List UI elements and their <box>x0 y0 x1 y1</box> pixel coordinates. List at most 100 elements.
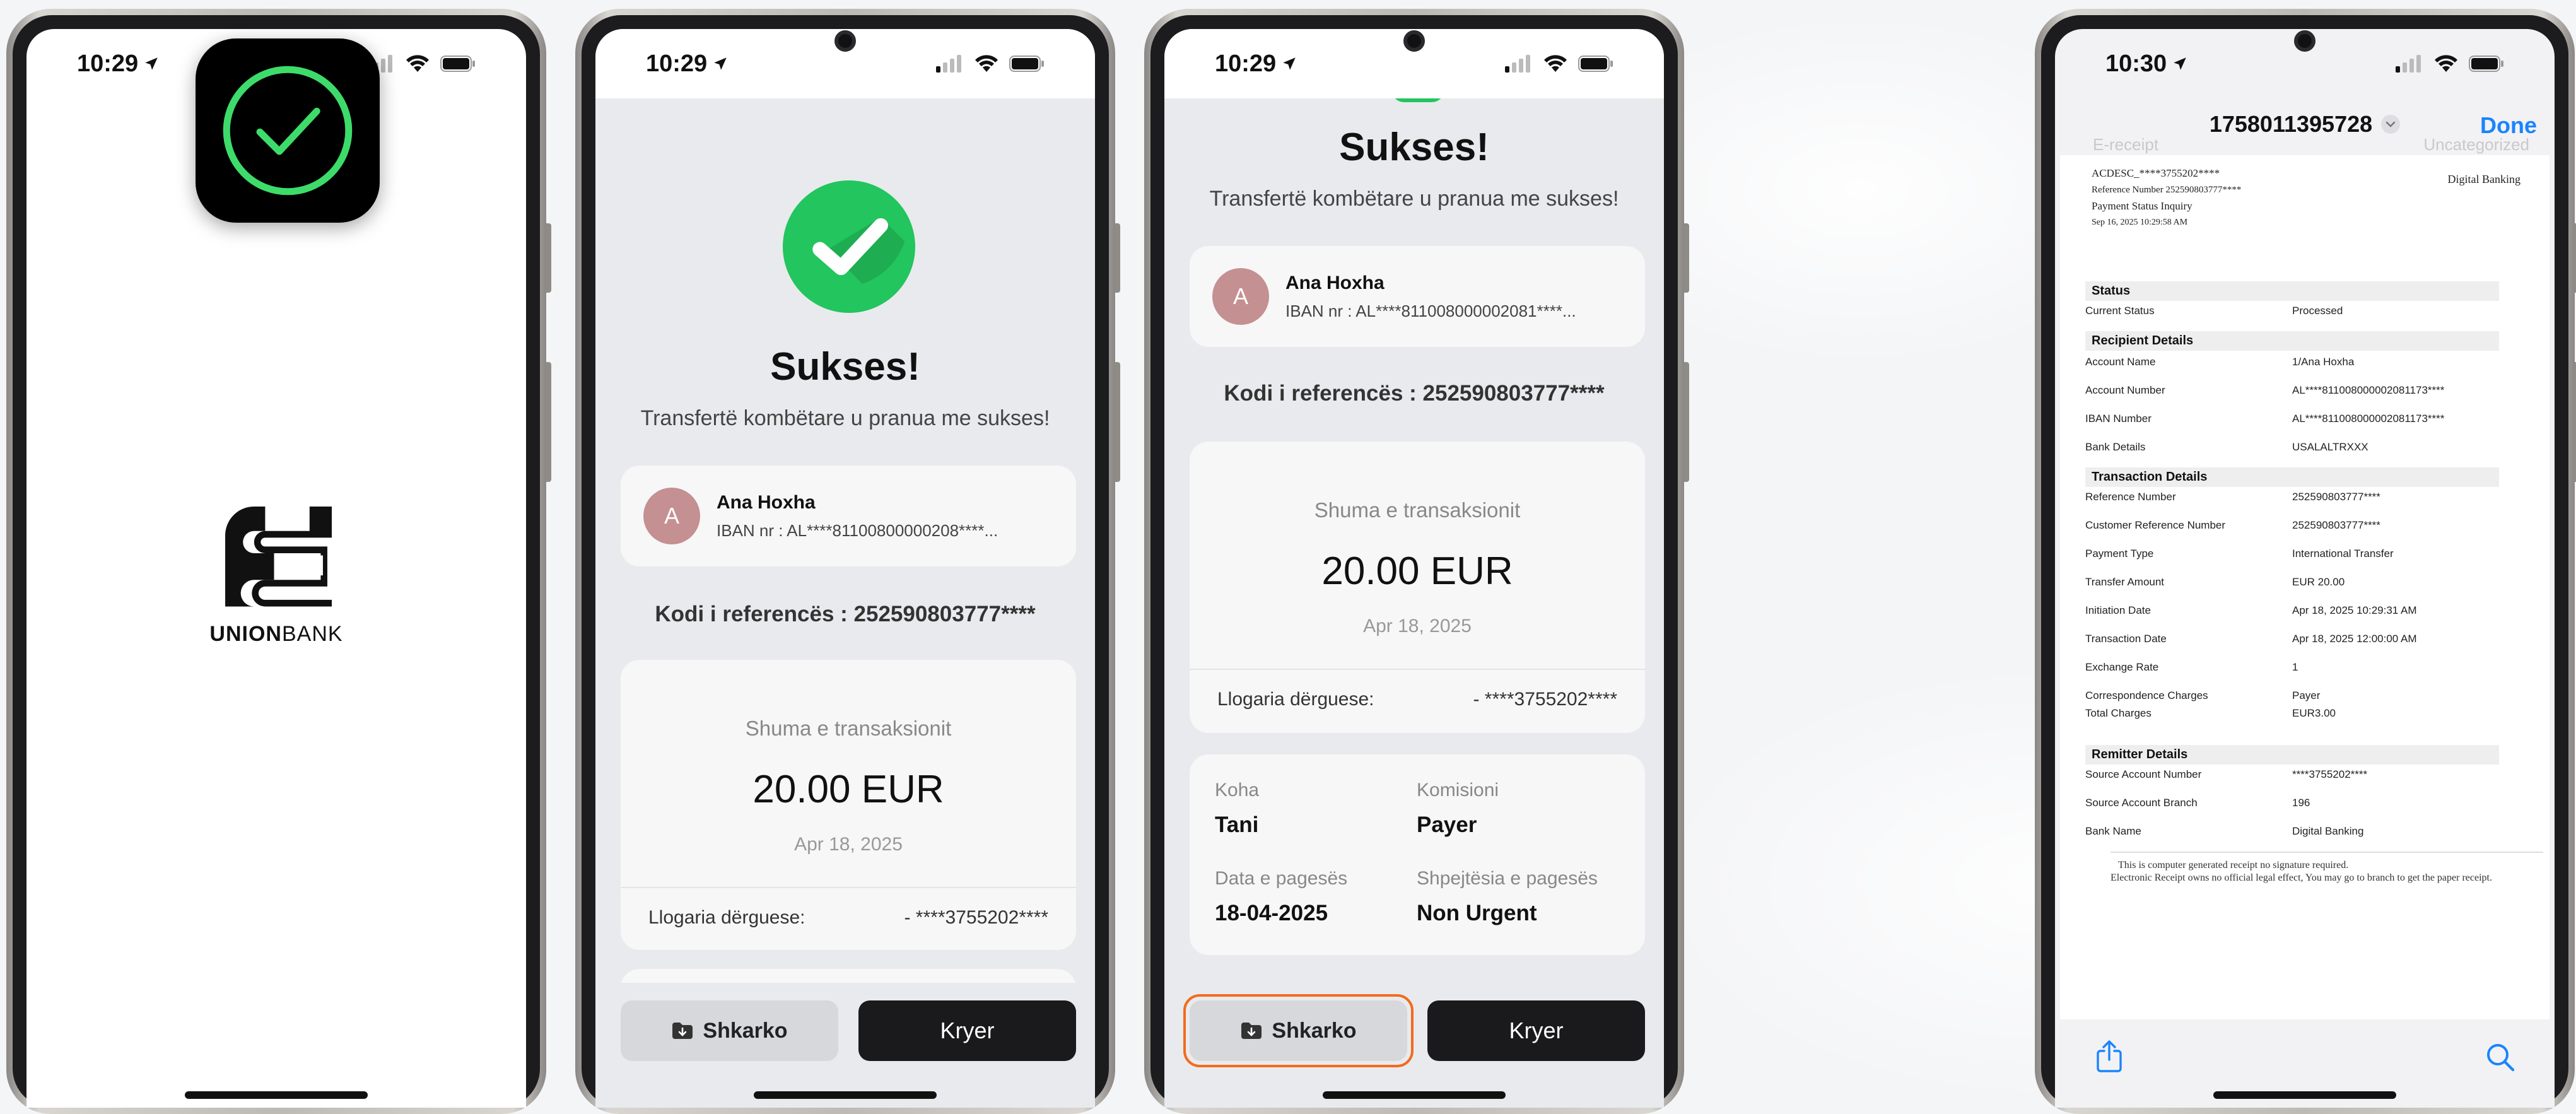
done-button[interactable]: Kryer <box>1427 1000 1645 1061</box>
commission-label: Komisioni <box>1417 780 1499 800</box>
receipt-document: ACDESC_****3755202**** Reference Number … <box>2060 155 2550 1019</box>
recipient-name: Ana Hoxha <box>1285 272 1385 293</box>
recipient-card: A Ana Hoxha IBAN nr : AL****811008000002… <box>1190 246 1645 347</box>
receipt-row: Current Status Processed <box>2085 305 2343 317</box>
location-arrow-icon <box>714 57 727 70</box>
reference-code: Kodi i referencës : 252590803777**** <box>655 602 1036 626</box>
battery-icon <box>2469 56 2503 72</box>
time-value: Tani <box>1215 812 1259 837</box>
phone-success-top: 10:29 Sukses! Transfertë kombëtare u pra… <box>575 9 1120 1114</box>
payment-date-value: 18-04-2025 <box>1215 901 1328 925</box>
section-transaction-details: Transaction Details <box>2085 467 2499 487</box>
receipt-footer: This is computer generated receipt no si… <box>2111 859 2492 884</box>
phone-splash: 10:29 UNIONBANK <box>6 9 551 1114</box>
signal-icon <box>936 55 961 73</box>
section-remitter-details: Remitter Details <box>2085 745 2499 765</box>
signal-icon <box>2396 55 2421 73</box>
ghost-tab-left: E-receipt <box>2093 135 2159 154</box>
receipt-row: Bank Details USALALTRXXX <box>2085 441 2368 453</box>
location-arrow-icon <box>1283 57 1296 70</box>
amount-card: Shuma e transaksionit 20.00 EUR Apr 18, … <box>1190 442 1645 733</box>
success-check-icon <box>783 180 915 313</box>
battery-icon <box>1009 56 1044 72</box>
status-time: 10:29 <box>77 50 160 78</box>
receipt-row: Exchange Rate 1 <box>2085 661 2298 673</box>
download-button[interactable]: Shkarko <box>1190 1000 1407 1061</box>
signal-icon <box>1505 55 1530 73</box>
sender-account-label: Llogaria dërguese: <box>1217 689 1374 710</box>
phone-success-scrolled: 10:29 Sukses! Transfertë kombëtare u pra… <box>1144 9 1689 1114</box>
receipt-header-line3: Payment Status Inquiry <box>2092 200 2193 212</box>
success-screen: 10:29 Sukses! Transfertë kombëtare u pra… <box>595 29 1095 1108</box>
home-indicator[interactable] <box>2213 1091 2396 1099</box>
commission-value: Payer <box>1417 812 1477 837</box>
share-icon[interactable] <box>2095 1040 2123 1072</box>
amount-date: Apr 18, 2025 <box>1363 616 1472 636</box>
amount-value: 20.00 EUR <box>1321 549 1513 593</box>
status-time: 10:30 <box>2105 50 2188 78</box>
sender-account-value: - ****3755202**** <box>1473 689 1617 710</box>
status-time: 10:29 <box>1215 50 1297 78</box>
receipt-row: Customer Reference Number 252590803777***… <box>2085 519 2380 531</box>
bottom-action-bar: Shkarko Kryer <box>1164 983 1664 1108</box>
receipt-row: Initiation Date Apr 18, 2025 10:29:31 AM <box>2085 604 2417 616</box>
check-circle-icon <box>783 180 915 313</box>
recipient-iban: IBAN nr : AL****81100800000208****... <box>717 520 998 540</box>
viewer-nav-bar: E-receipt Uncategorized 1758011395728 Do… <box>2055 98 2555 161</box>
amount-label: Shuma e transaksionit <box>1314 498 1521 522</box>
time-label: Koha <box>1215 780 1260 800</box>
receipt-row: Transaction Date Apr 18, 2025 12:00:00 AM <box>2085 633 2417 645</box>
home-indicator[interactable] <box>754 1091 937 1099</box>
amount-date: Apr 18, 2025 <box>794 834 903 855</box>
receipt-row: Correspondence Charges Payer <box>2085 689 2321 701</box>
done-button[interactable]: Kryer <box>858 1000 1076 1061</box>
receipt-row: Account Number AL****811008000002081173**… <box>2085 384 2445 396</box>
battery-icon <box>440 56 475 72</box>
receipt-row: Transfer Amount EUR 20.00 <box>2085 576 2345 588</box>
check-circle-icon <box>223 66 353 196</box>
receipt-row: IBAN Number AL****811008000002081173**** <box>2085 413 2445 425</box>
success-subtitle: Transfertë kombëtare u pranua me sukses! <box>1209 187 1619 211</box>
download-button[interactable]: Shkarko <box>621 1000 838 1061</box>
status-time: 10:29 <box>646 50 729 78</box>
location-arrow-icon <box>2174 57 2186 70</box>
receipt-row: Bank Name Digital Banking <box>2085 825 2364 837</box>
download-icon <box>1241 1023 1262 1039</box>
payment-speed-value: Non Urgent <box>1417 901 1537 925</box>
details-card: Koha Tani Komisioni Payer Data e pagesës… <box>1190 754 1645 955</box>
receipt-screen: 10:30 E-receipt Uncategorized 1758011395… <box>2055 29 2555 1108</box>
receipt-header-line1: ACDESC_****3755202**** <box>2092 167 2220 179</box>
wifi-icon <box>975 55 998 72</box>
sender-account-value: - ****3755202**** <box>904 907 1048 928</box>
receipt-row: Account Name 1/Ana Hoxha <box>2085 356 2355 368</box>
receipt-footer-line2: Electronic Receipt owns no official lega… <box>2111 872 2492 883</box>
receipt-row: Source Account Branch 196 <box>2085 797 2310 809</box>
bank-logo-text: UNIONBANK <box>209 622 343 646</box>
recipient-name: Ana Hoxha <box>717 491 816 513</box>
bottom-action-bar: Shkarko Kryer <box>595 983 1095 1108</box>
home-indicator[interactable] <box>185 1091 368 1099</box>
receipt-row: Source Account Number ****3755202**** <box>2085 768 2368 780</box>
chevron-down-icon <box>2381 115 2401 134</box>
search-icon[interactable] <box>2485 1042 2515 1072</box>
success-title: Sukses! <box>1339 126 1489 169</box>
bank-logo: UNIONBANK <box>26 502 526 647</box>
success-screen-scrolled: 10:29 Sukses! Transfertë kombëtare u pra… <box>1164 29 1664 1108</box>
success-title: Sukses! <box>770 345 920 389</box>
receipt-header-right: Digital Banking <box>2447 173 2521 185</box>
receipt-footer-line1: This is computer generated receipt no si… <box>2118 860 2349 871</box>
done-link[interactable]: Done <box>2480 112 2537 139</box>
recipient-iban: IBAN nr : AL****811008000002081****... <box>1285 301 1576 320</box>
front-camera <box>1403 30 1425 52</box>
receipt-header-line2: Reference Number 252590803777**** <box>2092 185 2242 195</box>
phone-receipt: 10:30 E-receipt Uncategorized 1758011395… <box>2035 9 2576 1114</box>
front-camera <box>834 30 856 52</box>
battery-icon <box>1578 56 1613 72</box>
payment-date-label: Data e pagesës <box>1215 868 1348 889</box>
home-indicator[interactable] <box>1323 1091 1506 1099</box>
payment-speed-label: Shpejtësia e pagesës <box>1417 868 1598 889</box>
sender-account-label: Llogaria dërguese: <box>648 907 805 928</box>
avatar: A <box>643 488 700 544</box>
wifi-icon <box>2435 55 2457 72</box>
section-recipient-details: Recipient Details <box>2085 331 2499 351</box>
